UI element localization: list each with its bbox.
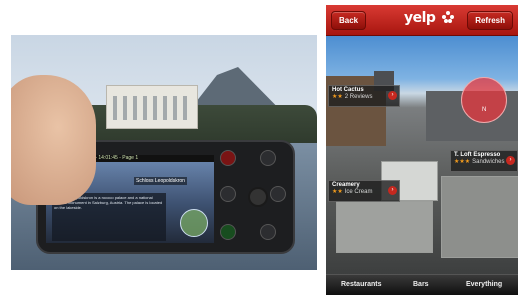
compass-north-label: N <box>482 107 487 113</box>
camera-view: N Hot Cactus ★★ 2 Reviews › T. Loft Espre… <box>326 36 518 275</box>
poi-review-text: 2 Reviews <box>344 94 373 100</box>
poi-review-text: Sandwiches <box>472 159 505 165</box>
ar-poi-label[interactable]: Schloss Leopoldskron <box>134 177 187 185</box>
compass-radar-icon: N <box>461 77 507 123</box>
chevron-right-icon[interactable]: › <box>506 156 515 165</box>
home-button[interactable] <box>260 150 276 166</box>
menu-button[interactable] <box>220 186 236 202</box>
search-hw-button[interactable] <box>260 224 276 240</box>
star-rating-icon: ★★ <box>332 189 343 195</box>
tab-restaurants[interactable]: Restaurants <box>341 275 381 295</box>
poi-name: T. Loft Espresso <box>454 152 501 158</box>
yelp-app-screen: Back yelp Refresh N Hot Cactus ★★ 2 Revie… <box>326 5 518 295</box>
refresh-button[interactable]: Refresh <box>467 11 513 30</box>
ar-photo: Wikitude - Live View - 14:01:45 - Page 1… <box>11 35 317 270</box>
poi-card[interactable]: T. Loft Espresso ★★★ Sandwiches › <box>450 150 518 172</box>
yelp-logo: yelp <box>404 10 436 26</box>
tab-everything[interactable]: Everything <box>466 275 502 295</box>
end-call-button[interactable] <box>220 150 236 166</box>
nav-bar: Back yelp Refresh <box>326 5 518 36</box>
poi-review-text: Ice Cream <box>344 189 373 195</box>
back-hw-button[interactable] <box>270 186 286 202</box>
tab-bar: Restaurants Bars Everything <box>326 274 518 295</box>
chevron-right-icon[interactable]: › <box>388 91 397 100</box>
back-button[interactable]: Back <box>331 11 367 30</box>
palace-building <box>106 85 198 129</box>
call-button[interactable] <box>220 224 236 240</box>
poi-card[interactable]: Hot Cactus ★★ 2 Reviews › <box>328 85 400 107</box>
star-rating-icon: ★★ <box>332 94 343 100</box>
hand <box>11 75 96 205</box>
radar-icon <box>180 209 208 237</box>
rooftop <box>441 176 518 258</box>
tab-bars[interactable]: Bars <box>413 275 429 295</box>
poi-card[interactable]: Creamery ★★ Ice Cream › <box>328 180 400 202</box>
rooftop <box>336 201 433 253</box>
chevron-right-icon[interactable]: › <box>388 186 397 195</box>
poi-name: Hot Cactus <box>332 87 364 93</box>
poi-name: Creamery <box>332 182 360 188</box>
star-rating-icon: ★★★ <box>454 159 471 165</box>
trackball[interactable] <box>248 187 268 207</box>
yelp-burst-icon <box>442 11 454 23</box>
